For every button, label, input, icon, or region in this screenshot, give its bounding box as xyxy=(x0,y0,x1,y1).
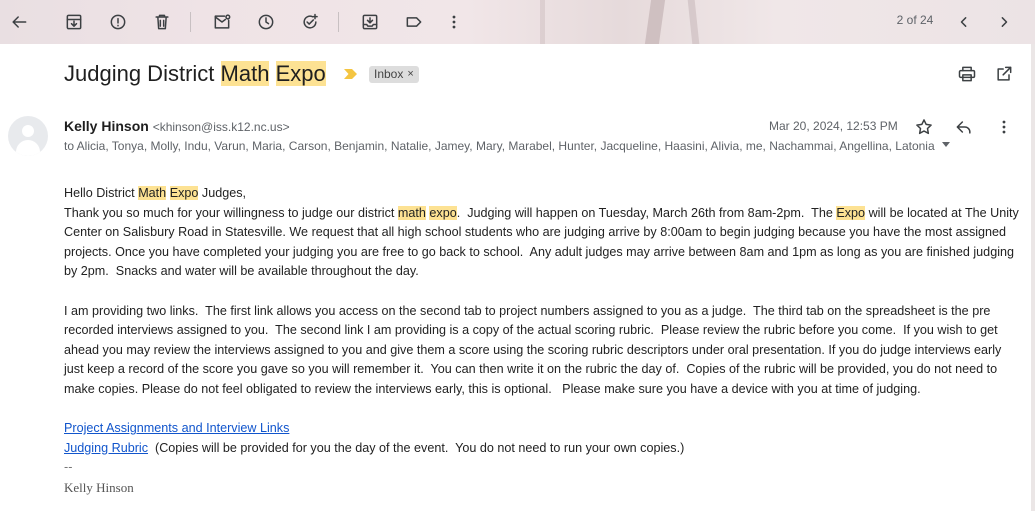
importance-marker-icon[interactable] xyxy=(343,67,359,81)
print-icon xyxy=(958,66,976,82)
greeting: Hello District Math Expo Judges, xyxy=(64,186,247,200)
email-subject: Judging District Math Expo xyxy=(64,61,326,86)
snooze-button[interactable] xyxy=(252,8,280,36)
search-highlight: Expo xyxy=(169,186,199,200)
arrow-left-icon xyxy=(12,16,27,28)
add-task-icon xyxy=(303,13,318,29)
delete-button[interactable] xyxy=(148,8,176,36)
move-to-button[interactable] xyxy=(356,8,384,36)
show-details-chevron-icon[interactable] xyxy=(942,142,950,147)
more-options-button[interactable] xyxy=(440,8,468,36)
reply-button[interactable] xyxy=(952,115,976,139)
report-icon xyxy=(110,14,126,30)
paragraph-links-info: I am providing two links. The first link… xyxy=(64,303,1005,396)
search-highlight: math xyxy=(397,205,426,220)
background-tree xyxy=(687,0,700,44)
link-line-1: Project Assignments and Interview Links xyxy=(64,419,1019,439)
search-highlight: Expo xyxy=(836,205,866,220)
mark-unread-button[interactable] xyxy=(208,8,236,36)
more-vert-icon xyxy=(1002,120,1006,134)
add-to-tasks-button[interactable] xyxy=(296,8,324,36)
message-date: Mar 20, 2024, 12:53 PM xyxy=(769,119,898,133)
print-button[interactable] xyxy=(957,64,979,86)
search-highlight: Expo xyxy=(275,61,326,86)
label-icon xyxy=(406,17,422,27)
chevron-left-icon xyxy=(960,17,967,27)
inbox-label-chip: Inbox × xyxy=(369,66,419,83)
signature-name: Kelly Hinson xyxy=(64,479,134,495)
back-button[interactable] xyxy=(5,8,33,36)
move-to-icon xyxy=(362,14,378,30)
newer-button[interactable] xyxy=(950,8,978,36)
search-highlight: Math xyxy=(138,186,167,200)
chevron-right-icon xyxy=(1001,17,1008,27)
labels-button[interactable] xyxy=(400,8,428,36)
sender-line: Kelly Hinson <khinson@iss.k12.nc.us> xyxy=(64,118,290,134)
search-highlight: expo xyxy=(429,205,457,220)
report-spam-button[interactable] xyxy=(104,8,132,36)
avatar-body xyxy=(16,140,40,156)
search-highlight: Math xyxy=(220,61,270,86)
signature-separator: -- xyxy=(64,460,73,475)
open-in-new-window-button[interactable] xyxy=(994,64,1016,86)
toolbar: 2 of 24 xyxy=(0,0,1035,44)
sender-name[interactable]: Kelly Hinson xyxy=(64,118,149,134)
star-button[interactable] xyxy=(912,115,936,139)
star-icon xyxy=(916,119,932,135)
sender-avatar[interactable] xyxy=(8,116,48,156)
reply-icon xyxy=(956,121,971,134)
project-assignments-link[interactable]: Project Assignments and Interview Links xyxy=(64,421,289,435)
message-more-button[interactable] xyxy=(992,115,1016,139)
archive-button[interactable] xyxy=(60,8,88,36)
older-button[interactable] xyxy=(990,8,1018,36)
toolbar-divider xyxy=(338,12,339,32)
label-text: Inbox xyxy=(374,67,404,81)
background-tree xyxy=(644,0,666,44)
mark-unread-icon xyxy=(214,14,231,29)
toolbar-divider xyxy=(190,12,191,32)
message-body: Hello District Math Expo Judges, Thank y… xyxy=(64,184,1019,498)
recipients-list: to Alicia, Tonya, Molly, Indu, Varun, Ma… xyxy=(64,139,935,153)
trash-icon xyxy=(155,14,169,30)
open-in-new-icon xyxy=(997,66,1012,81)
scrollbar[interactable] xyxy=(1031,44,1035,511)
avatar-head xyxy=(22,125,34,137)
archive-icon xyxy=(66,14,82,30)
judging-rubric-link[interactable]: Judging Rubric xyxy=(64,441,148,455)
link-line-2: Judging Rubric (Copies will be provided … xyxy=(64,439,1019,459)
paragraph-details: Thank you so much for your willingness t… xyxy=(64,205,1023,279)
remove-label-button[interactable]: × xyxy=(407,66,413,83)
clock-icon xyxy=(258,14,274,30)
pager-count: 2 of 24 xyxy=(896,13,934,27)
rubric-note: (Copies will be provided for you the day… xyxy=(148,440,685,455)
background-tree xyxy=(540,0,545,44)
sender-email: <khinson@iss.k12.nc.us> xyxy=(152,120,290,134)
more-vert-icon xyxy=(452,15,456,29)
